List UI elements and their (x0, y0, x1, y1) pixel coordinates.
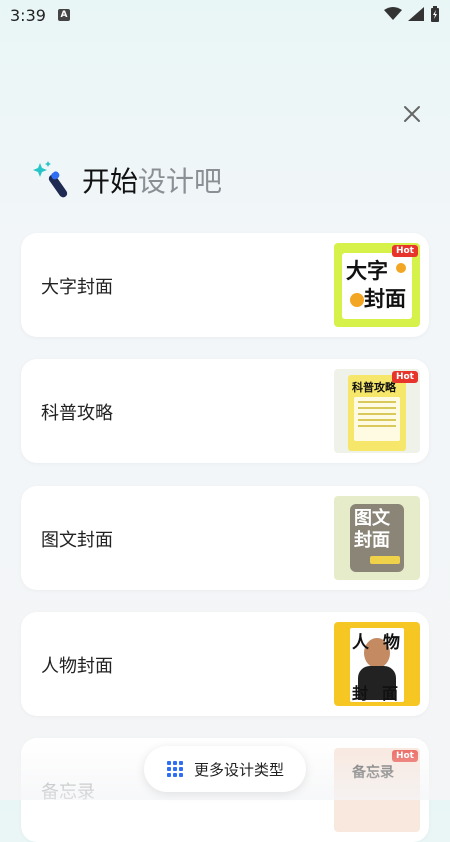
thumb-title: 大字 (346, 259, 388, 283)
thumb-subtitle: 封面 (364, 287, 406, 311)
thumb-tag (370, 556, 400, 564)
thumb-title: 人物 (352, 633, 414, 653)
status-bar: 3:39 A (0, 0, 450, 30)
template-thumbnail: 人物 封面 (334, 622, 420, 706)
more-design-types-button[interactable]: 更多设计类型 (144, 746, 306, 792)
thumb-title: 备忘录 (352, 765, 394, 781)
card-label: 大字封面 (41, 277, 113, 298)
template-card-science-guide[interactable]: 科普攻略 科普攻略 Hot (21, 359, 429, 463)
template-thumbnail: 大字 封面 Hot (334, 243, 420, 327)
page-title: 开始 设计吧 (32, 160, 222, 200)
grid-dots-icon (166, 761, 183, 777)
wifi-icon (384, 7, 402, 20)
thumb-title: 图文 (354, 508, 390, 529)
more-design-types-label: 更多设计类型 (193, 760, 284, 779)
template-thumbnail: 备忘录 Hot (334, 748, 420, 832)
card-label: 人物封面 (41, 656, 113, 677)
signal-icon (408, 7, 424, 21)
template-thumbnail: 科普攻略 Hot (334, 369, 420, 453)
hot-badge: Hot (391, 750, 418, 762)
close-icon[interactable] (398, 100, 426, 128)
card-label: 备忘录 (41, 782, 95, 803)
card-label: 科普攻略 (41, 403, 113, 424)
title-sub: 设计吧 (138, 165, 223, 198)
notification-a-icon: A (58, 9, 70, 21)
title-main: 开始 (82, 165, 139, 198)
battery-icon (431, 6, 439, 22)
thumb-content (354, 397, 400, 441)
thumb-subtitle: 封面 (354, 530, 390, 551)
hand-icon (396, 263, 406, 273)
card-label: 图文封面 (41, 530, 113, 551)
hot-badge: Hot (391, 245, 418, 257)
status-icons (384, 6, 440, 22)
emoji-icon (350, 293, 364, 307)
template-card-image-text-cover[interactable]: 图文封面 图文 封面 (21, 486, 429, 590)
thumb-title: 科普攻略 (352, 381, 396, 394)
magic-wand-icon (33, 161, 68, 198)
thumb-subtitle: 封面 (352, 684, 413, 703)
template-card-person-cover[interactable]: 人物封面 人物 封面 (21, 612, 429, 716)
status-time: 3:39 (10, 6, 46, 25)
hot-badge: Hot (391, 371, 418, 383)
template-card-big-text-cover[interactable]: 大字封面 大字 封面 Hot (21, 233, 429, 337)
template-thumbnail: 图文 封面 (334, 496, 420, 580)
